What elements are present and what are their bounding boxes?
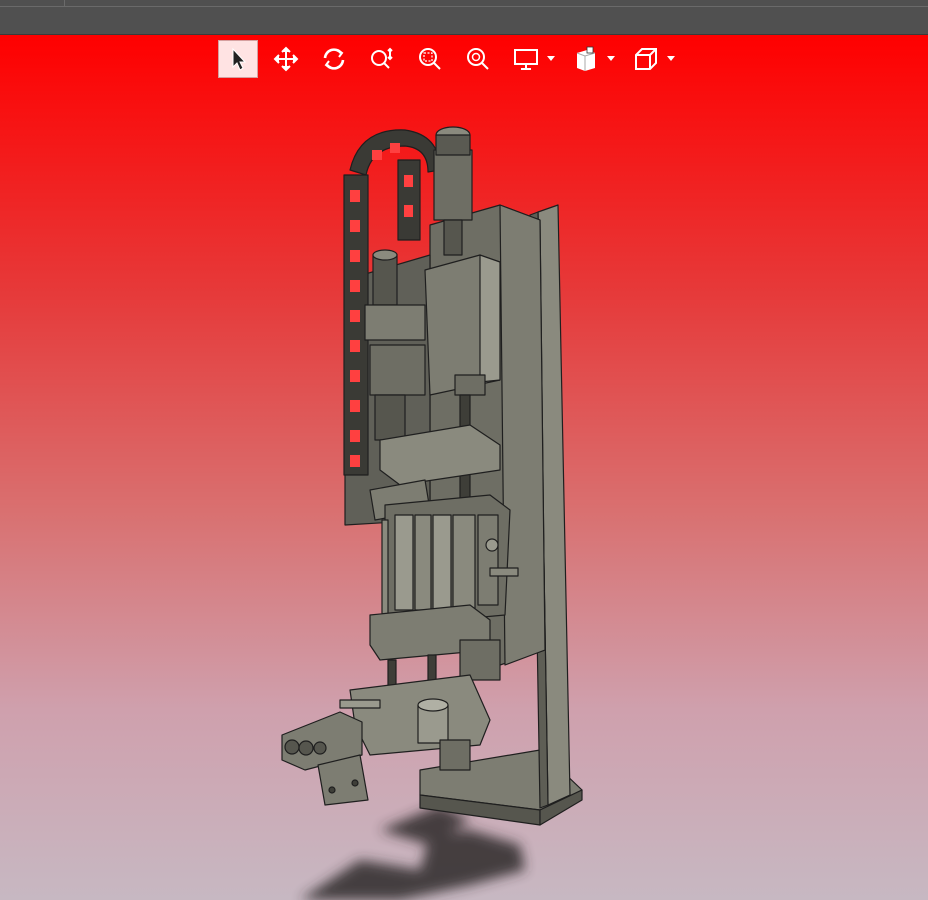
render-mode-button[interactable]: [566, 40, 606, 78]
zoom-window-button[interactable]: [410, 40, 450, 78]
3d-viewport[interactable]: [0, 35, 928, 900]
model-shadow: [300, 805, 525, 900]
shaded-box-icon: [576, 46, 596, 71]
pan-button[interactable]: [266, 40, 306, 78]
display-dropdown[interactable]: [544, 40, 558, 78]
chevron-down-icon: [547, 56, 555, 61]
title-divider: [0, 6, 928, 7]
rotate-icon: [323, 48, 345, 70]
chevron-down-icon: [607, 56, 615, 61]
title-bar: [0, 0, 928, 35]
zoom-fit-icon: [467, 48, 489, 70]
zoom-button[interactable]: [362, 40, 402, 78]
monitor-icon: [514, 49, 538, 70]
move-arrows-icon: [273, 46, 299, 72]
pointer-icon: [232, 47, 247, 71]
view-orientation-button[interactable]: [626, 40, 666, 78]
cube-icon: [635, 48, 657, 70]
select-button[interactable]: [218, 40, 258, 78]
display-button[interactable]: [506, 40, 546, 78]
cad-model[interactable]: [0, 35, 928, 900]
chevron-down-icon: [667, 56, 675, 61]
zoom-fit-button[interactable]: [458, 40, 498, 78]
view-orientation-dropdown[interactable]: [664, 40, 678, 78]
view-toolbar: [218, 39, 686, 79]
render-mode-dropdown[interactable]: [604, 40, 618, 78]
slide-block: [384, 494, 519, 626]
zoom-updown-icon: [371, 47, 393, 69]
rotate-button[interactable]: [314, 40, 354, 78]
zoom-window-icon: [419, 48, 441, 70]
